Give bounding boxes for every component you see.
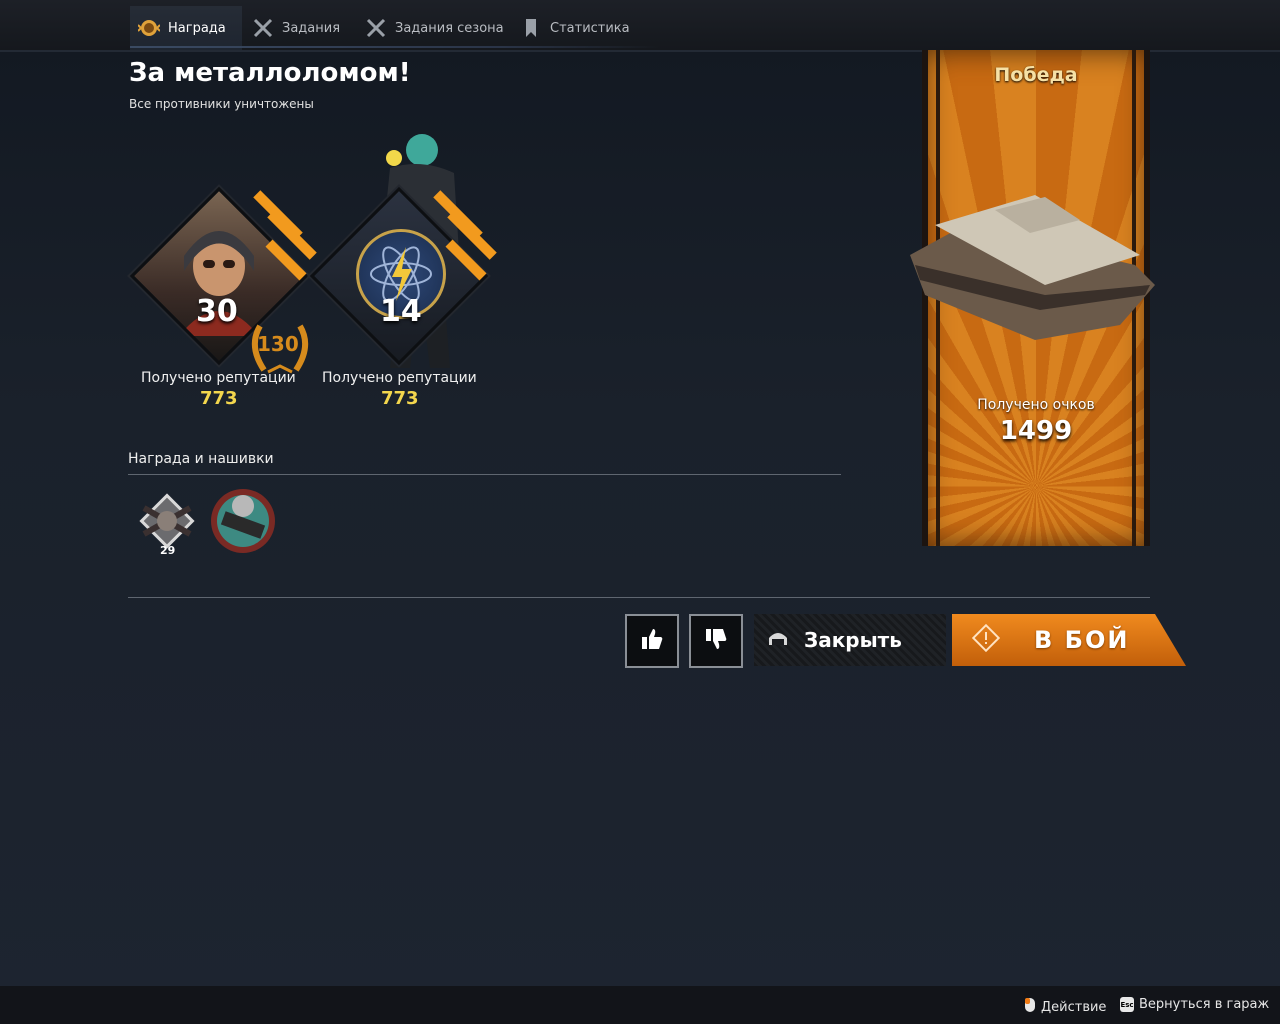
faction-level: 14 bbox=[380, 294, 422, 329]
reputation-label: Получено репутации bbox=[322, 370, 477, 386]
crossed-swords-icon bbox=[365, 17, 387, 39]
thumbs-down-icon bbox=[704, 627, 728, 655]
reputation-value: 773 bbox=[381, 388, 419, 409]
reward-icon bbox=[138, 17, 160, 39]
reputation-value: 773 bbox=[200, 388, 238, 409]
esc-key-icon: Esc bbox=[1120, 997, 1134, 1012]
dislike-button[interactable] bbox=[689, 614, 743, 668]
mouse-icon bbox=[1024, 997, 1036, 1017]
tab-missions[interactable]: Задания bbox=[252, 6, 347, 50]
close-label: Закрыть bbox=[804, 628, 902, 652]
divider bbox=[128, 474, 841, 475]
awards-title: Награда и нашивки bbox=[128, 451, 274, 467]
back-to-garage-label: Вернуться в гараж bbox=[1139, 997, 1270, 1012]
alert-diamond-icon bbox=[971, 623, 1001, 656]
score-value: 1499 bbox=[999, 416, 1073, 446]
action-hint[interactable]: Действие bbox=[1024, 997, 1106, 1017]
tab-label: Статистика bbox=[550, 20, 630, 36]
victory-title: Победа bbox=[994, 64, 1078, 86]
crossed-swords-icon bbox=[252, 17, 274, 39]
bookmark-icon bbox=[520, 17, 542, 39]
close-button[interactable]: Закрыть bbox=[754, 614, 946, 666]
tab-label: Задания bbox=[282, 20, 341, 36]
mvp-badge-icon[interactable] bbox=[208, 486, 278, 556]
back-to-garage-hint[interactable]: Esc Вернуться в гараж bbox=[1120, 997, 1269, 1012]
tab-season-missions[interactable]: Задания сезона bbox=[365, 6, 505, 50]
tab-label: Задания сезона bbox=[395, 20, 504, 36]
thumbs-up-icon bbox=[640, 627, 664, 655]
tab-label: Награда bbox=[168, 20, 226, 36]
page-subtitle: Все противники уничтожены bbox=[129, 97, 314, 111]
score-label: Получено очков bbox=[977, 397, 1095, 413]
battle-button[interactable]: В БОЙ bbox=[952, 614, 1186, 666]
reputation-label: Получено репутации bbox=[141, 370, 296, 386]
divider bbox=[128, 597, 1150, 598]
action-hint-label: Действие bbox=[1041, 999, 1107, 1015]
faction-level: 30 bbox=[196, 294, 238, 329]
tab-underline bbox=[130, 46, 660, 48]
prestige-level: 130 bbox=[257, 332, 299, 356]
battle-label: В БОЙ bbox=[1034, 626, 1130, 654]
tab-reward[interactable]: Награда bbox=[130, 6, 242, 50]
like-button[interactable] bbox=[625, 614, 679, 668]
garage-icon bbox=[768, 630, 788, 650]
badge-count: 29 bbox=[160, 544, 176, 557]
page-title: За металлоломом! bbox=[129, 58, 411, 88]
tab-statistics[interactable]: Статистика bbox=[520, 6, 630, 50]
tank-image bbox=[910, 195, 1155, 340]
